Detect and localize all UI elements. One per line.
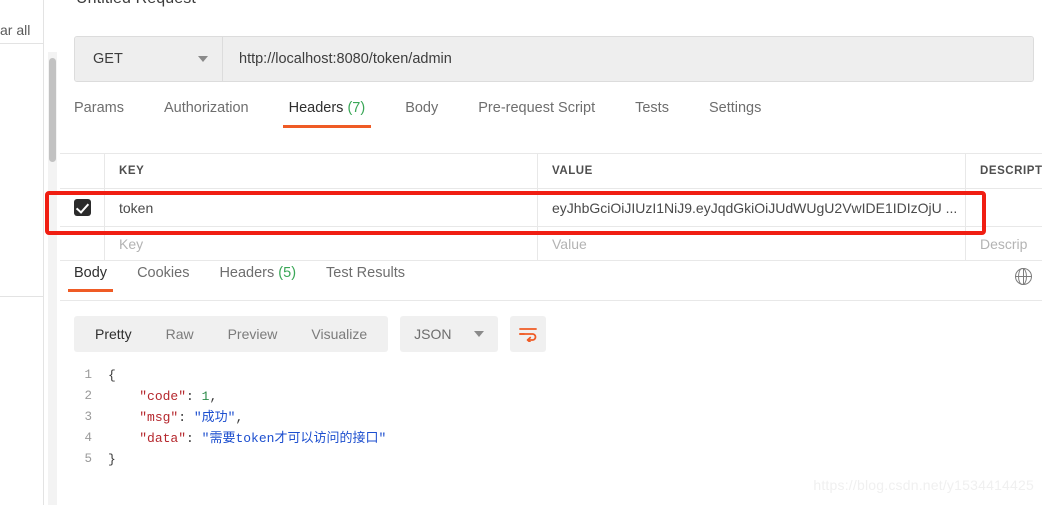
response-body-code[interactable]: 1 { 2 "code": 1, 3 "msg": "成功", 4 "data"… <box>74 365 1034 470</box>
http-method-label: GET <box>93 51 123 67</box>
view-mode-raw[interactable]: Raw <box>149 326 211 342</box>
header-value-input[interactable]: eyJhbGciOiJIUzI1NiJ9.eyJqdGkiOiJUdWUgU2V… <box>552 200 957 216</box>
url-input[interactable]: http://localhost:8080/token/admin <box>223 37 1033 81</box>
line-number: 4 <box>84 431 92 445</box>
tab-settings[interactable]: Settings <box>709 100 761 128</box>
code-content: "data": "需要token才可以访问的接口" <box>139 431 387 446</box>
tab-params-label: Params <box>74 100 124 116</box>
request-title: Untitled Request <box>76 0 196 8</box>
http-method-select[interactable]: GET <box>75 37 223 81</box>
response-tab-body[interactable]: Body <box>67 265 114 292</box>
column-header-description: DESCRIPT <box>980 165 1042 177</box>
response-toolbar: Pretty Raw Preview Visualize JSON <box>74 316 546 352</box>
line-number: 1 <box>84 368 92 382</box>
sidebar-divider-top <box>0 43 44 44</box>
response-tab-cookies-label: Cookies <box>137 265 190 281</box>
tab-authorization[interactable]: Authorization <box>154 100 259 132</box>
table-row-placeholder: Key Value Descrip <box>60 227 1042 261</box>
view-mode-pretty[interactable]: Pretty <box>78 326 149 342</box>
column-header-value: VALUE <box>552 165 593 177</box>
tab-settings-label: Settings <box>708 100 762 116</box>
response-tab-cookies[interactable]: Cookies <box>137 265 189 292</box>
word-wrap-button[interactable] <box>509 316 546 352</box>
code-content: "code": 1, <box>139 389 218 404</box>
code-content: } <box>108 452 116 467</box>
clear-all-link[interactable]: ar all <box>0 22 44 38</box>
chevron-down-icon <box>198 56 208 62</box>
line-number: 2 <box>84 389 92 403</box>
row-checkbox-checked-icon[interactable] <box>73 199 91 216</box>
response-tabs: Body Cookies Headers (5) Test Results St… <box>67 265 1034 299</box>
code-content: { <box>108 368 116 383</box>
response-format-label: JSON <box>414 326 452 342</box>
response-tab-body-label: Body <box>74 265 108 281</box>
vertical-scrollbar-thumb[interactable] <box>49 58 56 162</box>
tab-params[interactable]: Params <box>74 100 124 128</box>
response-tab-headers[interactable]: Headers (5) <box>219 265 296 292</box>
new-header-value-input[interactable]: Value <box>552 236 587 252</box>
globe-icon[interactable] <box>1014 267 1032 285</box>
code-line: 4 "data": "需要token才可以访问的接口" <box>74 428 1034 449</box>
postman-window: ar all Untitled Request GET http://local… <box>0 0 1042 505</box>
tab-tests-label: Tests <box>635 100 669 116</box>
code-content: "msg": "成功", <box>139 410 244 425</box>
code-line: 1 { <box>74 365 1034 386</box>
header-cell-select <box>60 154 105 188</box>
code-line: 2 "code": 1, <box>74 386 1034 407</box>
response-tab-headers-label: Headers <box>219 265 275 281</box>
response-tab-headers-count: (5) <box>278 265 297 281</box>
view-mode-preview[interactable]: Preview <box>211 326 295 342</box>
sidebar-remnant: ar all <box>0 0 44 505</box>
table-header-row: KEY VALUE DESCRIPT <box>60 153 1042 189</box>
tab-authorization-label: Authorization <box>163 100 249 116</box>
response-status-group: Status: 20 <box>1014 267 1042 285</box>
tab-pre-request-script[interactable]: Pre-request Script <box>478 100 595 128</box>
chevron-down-icon <box>473 331 484 337</box>
request-tabs: Params Authorization Headers (7) Body Pr… <box>74 100 1034 136</box>
line-number: 3 <box>84 410 92 424</box>
placeholder-checkbox-cell[interactable] <box>60 227 105 260</box>
tab-body-label: Body <box>405 100 439 116</box>
response-view-mode-group: Pretty Raw Preview Visualize <box>74 316 389 352</box>
code-line: 5 } <box>74 449 1034 470</box>
view-mode-visualize[interactable]: Visualize <box>294 326 384 342</box>
response-divider <box>60 300 1042 301</box>
line-number: 5 <box>84 452 92 466</box>
word-wrap-icon <box>518 328 537 342</box>
row-checkbox-cell[interactable] <box>60 189 105 226</box>
request-response-pane: Untitled Request GET http://localhost:80… <box>60 0 1042 505</box>
header-key-input[interactable]: token <box>119 200 153 216</box>
sidebar-divider-bottom <box>0 296 44 297</box>
tab-tests[interactable]: Tests <box>635 100 669 128</box>
response-tab-test-results[interactable]: Test Results <box>326 265 405 292</box>
column-header-key: KEY <box>119 165 145 177</box>
tab-headers[interactable]: Headers (7) <box>282 100 371 128</box>
tab-headers-count: (7) <box>347 100 366 116</box>
tab-body[interactable]: Body <box>405 100 438 128</box>
response-tab-test-results-label: Test Results <box>326 265 406 281</box>
headers-table: KEY VALUE DESCRIPT token eyJhbGciOiJIUzI… <box>60 153 1042 261</box>
tab-headers-label: Headers <box>288 100 344 116</box>
url-bar: GET http://localhost:8080/token/admin <box>74 36 1034 82</box>
new-header-description-input[interactable]: Descrip <box>980 236 1027 252</box>
response-format-select[interactable]: JSON <box>400 316 498 352</box>
new-header-key-input[interactable]: Key <box>119 236 143 252</box>
table-row: token eyJhbGciOiJIUzI1NiJ9.eyJqdGkiOiJUd… <box>60 189 1042 227</box>
watermark: https://blog.csdn.net/y1534414425 <box>813 477 1034 493</box>
code-line: 3 "msg": "成功", <box>74 407 1034 428</box>
tab-pre-request-script-label: Pre-request Script <box>478 100 596 116</box>
